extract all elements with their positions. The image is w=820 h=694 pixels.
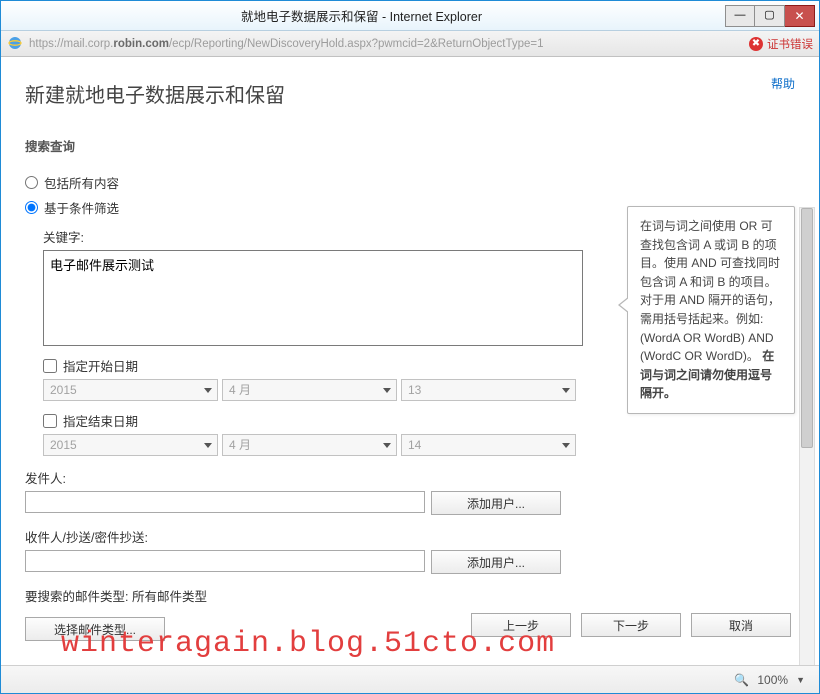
keywords-label: 关键字: <box>43 227 605 246</box>
msg-types-label: 要搜索的邮件类型: 所有邮件类型 <box>25 586 605 605</box>
close-button[interactable]: ✕ <box>785 5 815 27</box>
chk-start-date[interactable]: 指定开始日期 <box>43 356 605 375</box>
ie-icon <box>7 36 23 52</box>
start-year-select[interactable]: 2015 <box>43 379 218 401</box>
minimize-button[interactable]: — <box>725 5 755 27</box>
url-text[interactable]: https://mail.corp.robin.com/ecp/Reportin… <box>29 38 743 50</box>
address-bar: https://mail.corp.robin.com/ecp/Reportin… <box>1 31 819 57</box>
chk-end-date[interactable]: 指定结束日期 <box>43 411 605 430</box>
section-search-query: 搜索查询 <box>25 136 605 155</box>
chk-end-date-input[interactable] <box>43 414 57 428</box>
wizard-buttons: 上一步 下一步 取消 <box>471 613 791 637</box>
recipients-label: 收件人/抄送/密件抄送: <box>25 527 605 546</box>
next-button[interactable]: 下一步 <box>581 613 681 637</box>
window-title: 就地电子数据展示和保留 - Internet Explorer <box>241 6 725 25</box>
sender-input[interactable] <box>25 491 425 513</box>
help-link[interactable]: 帮助 <box>771 75 795 92</box>
radio-include-all[interactable]: 包括所有内容 <box>25 173 605 192</box>
zoom-icon: 🔍 <box>734 673 749 687</box>
cert-error-label: 证书错误 <box>767 36 813 52</box>
cancel-button[interactable]: 取消 <box>691 613 791 637</box>
sender-label: 发件人: <box>25 468 605 487</box>
title-bar: 就地电子数据展示和保留 - Internet Explorer — ▢ ✕ <box>1 1 819 31</box>
end-year-select[interactable]: 2015 <box>43 434 218 456</box>
scrollbar-thumb[interactable] <box>801 208 813 448</box>
zoom-level[interactable]: 100% <box>757 673 788 687</box>
status-bar: 🔍 100% ▼ <box>1 665 819 693</box>
add-sender-button[interactable]: 添加用户... <box>431 491 561 515</box>
maximize-button[interactable]: ▢ <box>755 5 785 27</box>
start-day-select[interactable]: 13 <box>401 379 576 401</box>
radio-filter[interactable]: 基于条件筛选 <box>25 198 605 217</box>
radio-filter-input[interactable] <box>25 201 38 214</box>
radio-include-all-input[interactable] <box>25 176 38 189</box>
scrollbar-track[interactable] <box>799 207 815 667</box>
recipients-input[interactable] <box>25 550 425 572</box>
back-button[interactable]: 上一步 <box>471 613 571 637</box>
zoom-dropdown-icon[interactable]: ▼ <box>796 675 805 685</box>
cert-error-indicator[interactable]: ✖ 证书错误 <box>749 36 813 52</box>
keywords-textarea[interactable] <box>43 250 583 346</box>
end-day-select[interactable]: 14 <box>401 434 576 456</box>
keywords-tip: 在词与词之间使用 OR 可查找包含词 A 或词 B 的项目。使用 AND 可查找… <box>627 206 795 414</box>
cert-error-icon: ✖ <box>749 37 763 51</box>
window-frame: 就地电子数据展示和保留 - Internet Explorer — ▢ ✕ ht… <box>0 0 820 694</box>
end-month-select[interactable]: 4 月 <box>222 434 397 456</box>
page-title: 新建就地电子数据展示和保留 <box>25 79 795 108</box>
page-body: 帮助 新建就地电子数据展示和保留 搜索查询 包括所有内容 基于条件筛选 关键字:… <box>1 57 819 693</box>
chk-start-date-input[interactable] <box>43 359 57 373</box>
add-recipient-button[interactable]: 添加用户... <box>431 550 561 574</box>
start-month-select[interactable]: 4 月 <box>222 379 397 401</box>
choose-msg-types-button[interactable]: 选择邮件类型... <box>25 617 165 641</box>
window-controls: — ▢ ✕ <box>725 5 815 27</box>
